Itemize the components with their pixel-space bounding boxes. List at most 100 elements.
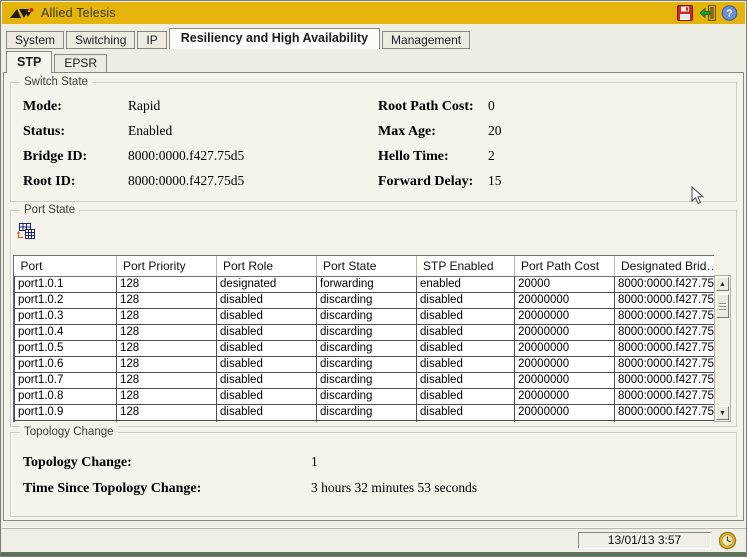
- field-value: 15: [488, 173, 728, 189]
- cell-state: discarding: [317, 324, 417, 340]
- cell-state: discarding: [317, 420, 417, 422]
- cell-priority: 128: [117, 372, 217, 388]
- field-label: Mode:: [23, 99, 128, 115]
- port-table-viewport: Port Port Priority Port Role Port State …: [13, 255, 714, 422]
- cell-stp-enabled: disabled: [417, 372, 515, 388]
- cell-state: discarding: [317, 388, 417, 404]
- field-value: 1: [311, 454, 728, 470]
- table-vertical-scrollbar[interactable]: ▲ ▼: [714, 275, 731, 422]
- field-value: 0: [488, 98, 728, 114]
- field-label: Status:: [23, 124, 128, 140]
- port-table: Port Port Priority Port Role Port State …: [14, 256, 714, 422]
- col-port-state[interactable]: Port State: [317, 256, 417, 276]
- cell-designated-bridge: 8000:0000.f427.75…: [615, 420, 715, 422]
- table-row[interactable]: port1.0.6128disableddiscardingdisabled20…: [15, 356, 715, 372]
- col-designated-bridge[interactable]: Designated Brid…: [615, 256, 715, 276]
- col-stp-enabled[interactable]: STP Enabled: [417, 256, 515, 276]
- cell-designated-bridge: 8000:0000.f427.75…: [615, 308, 715, 324]
- cell-role: designated: [217, 276, 317, 292]
- cell-port: port1.0.1: [15, 276, 117, 292]
- logout-icon[interactable]: [699, 5, 716, 21]
- cell-port: port1.0.10: [15, 420, 117, 422]
- table-row[interactable]: port1.0.9128disableddiscardingdisabled20…: [15, 404, 715, 420]
- cell-stp-enabled: enabled: [417, 276, 515, 292]
- table-row[interactable]: port1.0.5128disableddiscardingdisabled20…: [15, 340, 715, 356]
- cell-stp-enabled: disabled: [417, 324, 515, 340]
- tab-stp[interactable]: STP: [6, 51, 52, 73]
- brand-text: Allied Telesis: [41, 6, 116, 20]
- cell-path-cost: 20000000: [515, 292, 615, 308]
- topology-row: Time Since Topology Change: 3 hours 32 m…: [23, 480, 728, 497]
- tab-resiliency[interactable]: Resiliency and High Availability: [169, 28, 380, 49]
- col-port-role[interactable]: Port Role: [217, 256, 317, 276]
- save-icon[interactable]: [677, 5, 694, 21]
- cell-port: port1.0.7: [15, 372, 117, 388]
- tab-ip-label: IP: [146, 33, 157, 47]
- table-row[interactable]: port1.0.7128disableddiscardingdisabled20…: [15, 372, 715, 388]
- stp-panel: Switch State Mode: Rapid Root Path Cost:…: [3, 72, 744, 521]
- table-row[interactable]: port1.0.8128disableddiscardingdisabled20…: [15, 388, 715, 404]
- tab-management[interactable]: Management: [382, 31, 470, 49]
- field-label: Topology Change:: [23, 455, 311, 471]
- cell-role: disabled: [217, 404, 317, 420]
- col-port-priority[interactable]: Port Priority: [117, 256, 217, 276]
- table-row[interactable]: port1.0.2128disableddiscardingdisabled20…: [15, 292, 715, 308]
- cell-path-cost: 20000000: [515, 388, 615, 404]
- tab-ip[interactable]: IP: [137, 31, 166, 49]
- scroll-thumb[interactable]: [716, 294, 729, 318]
- cell-path-cost: 20000000: [515, 404, 615, 420]
- table-row[interactable]: port1.0.1128designatedforwardingenabled2…: [15, 276, 715, 292]
- cell-stp-enabled: disabled: [417, 388, 515, 404]
- cell-priority: 128: [117, 420, 217, 422]
- scroll-up-button[interactable]: ▲: [716, 277, 729, 291]
- cell-designated-bridge: 8000:0000.f427.75…: [615, 372, 715, 388]
- cell-state: forwarding: [317, 276, 417, 292]
- field-value: Rapid: [128, 98, 378, 114]
- cell-path-cost: 20000000: [515, 324, 615, 340]
- port-state-legend: Port State: [20, 203, 79, 217]
- scroll-down-button[interactable]: ▼: [716, 406, 729, 420]
- help-icon[interactable]: ?: [721, 5, 738, 21]
- tab-system[interactable]: System: [6, 31, 64, 49]
- cell-priority: 128: [117, 276, 217, 292]
- cell-port: port1.0.6: [15, 356, 117, 372]
- tab-epsr[interactable]: EPSR: [54, 54, 107, 73]
- cell-designated-bridge: 8000:0000.f427.75…: [615, 356, 715, 372]
- cell-state: discarding: [317, 372, 417, 388]
- cell-port: port1.0.5: [15, 340, 117, 356]
- cell-designated-bridge: 8000:0000.f427.75…: [615, 292, 715, 308]
- app-window: Allied Telesis: [0, 0, 747, 557]
- sub-tab-bar: STP EPSR: [6, 51, 107, 73]
- table-row[interactable]: port1.0.4128disableddiscardingdisabled20…: [15, 324, 715, 340]
- cell-designated-bridge: 8000:0000.f427.75…: [615, 276, 715, 292]
- table-row[interactable]: port1.0.10128disableddiscardingdisabled2…: [15, 420, 715, 422]
- datetime-display: 13/01/13 3:57: [578, 532, 711, 549]
- cell-state: discarding: [317, 356, 417, 372]
- cell-role: disabled: [217, 340, 317, 356]
- cell-role: disabled: [217, 324, 317, 340]
- table-row[interactable]: port1.0.3128disableddiscardingdisabled20…: [15, 308, 715, 324]
- cell-priority: 128: [117, 388, 217, 404]
- col-port[interactable]: Port: [15, 256, 117, 276]
- port-table-header-row: Port Port Priority Port Role Port State …: [15, 256, 715, 276]
- field-value: 3 hours 32 minutes 53 seconds: [311, 480, 728, 496]
- clock-icon[interactable]: [718, 531, 737, 550]
- switch-state-row: Bridge ID: 8000:0000.f427.75d5 Hello Tim…: [23, 148, 728, 165]
- cell-path-cost: 20000000: [515, 372, 615, 388]
- refresh-table-icon[interactable]: [17, 223, 35, 240]
- cell-priority: 128: [117, 324, 217, 340]
- col-port-path-cost[interactable]: Port Path Cost: [515, 256, 615, 276]
- cell-stp-enabled: disabled: [417, 420, 515, 422]
- tab-switching-label: Switching: [75, 33, 126, 47]
- topology-change-group: Topology Change Topology Change: 1 Time …: [10, 432, 737, 517]
- field-value: 20: [488, 123, 728, 139]
- cell-stp-enabled: disabled: [417, 292, 515, 308]
- status-bar: 13/01/13 3:57: [2, 529, 747, 552]
- cell-state: discarding: [317, 340, 417, 356]
- switch-state-group: Switch State Mode: Rapid Root Path Cost:…: [10, 82, 737, 202]
- allied-telesis-logo-icon: [9, 6, 36, 21]
- field-label: Time Since Topology Change:: [23, 481, 311, 497]
- tab-switching[interactable]: Switching: [66, 31, 135, 49]
- cell-port: port1.0.3: [15, 308, 117, 324]
- field-label: Forward Delay:: [378, 174, 488, 190]
